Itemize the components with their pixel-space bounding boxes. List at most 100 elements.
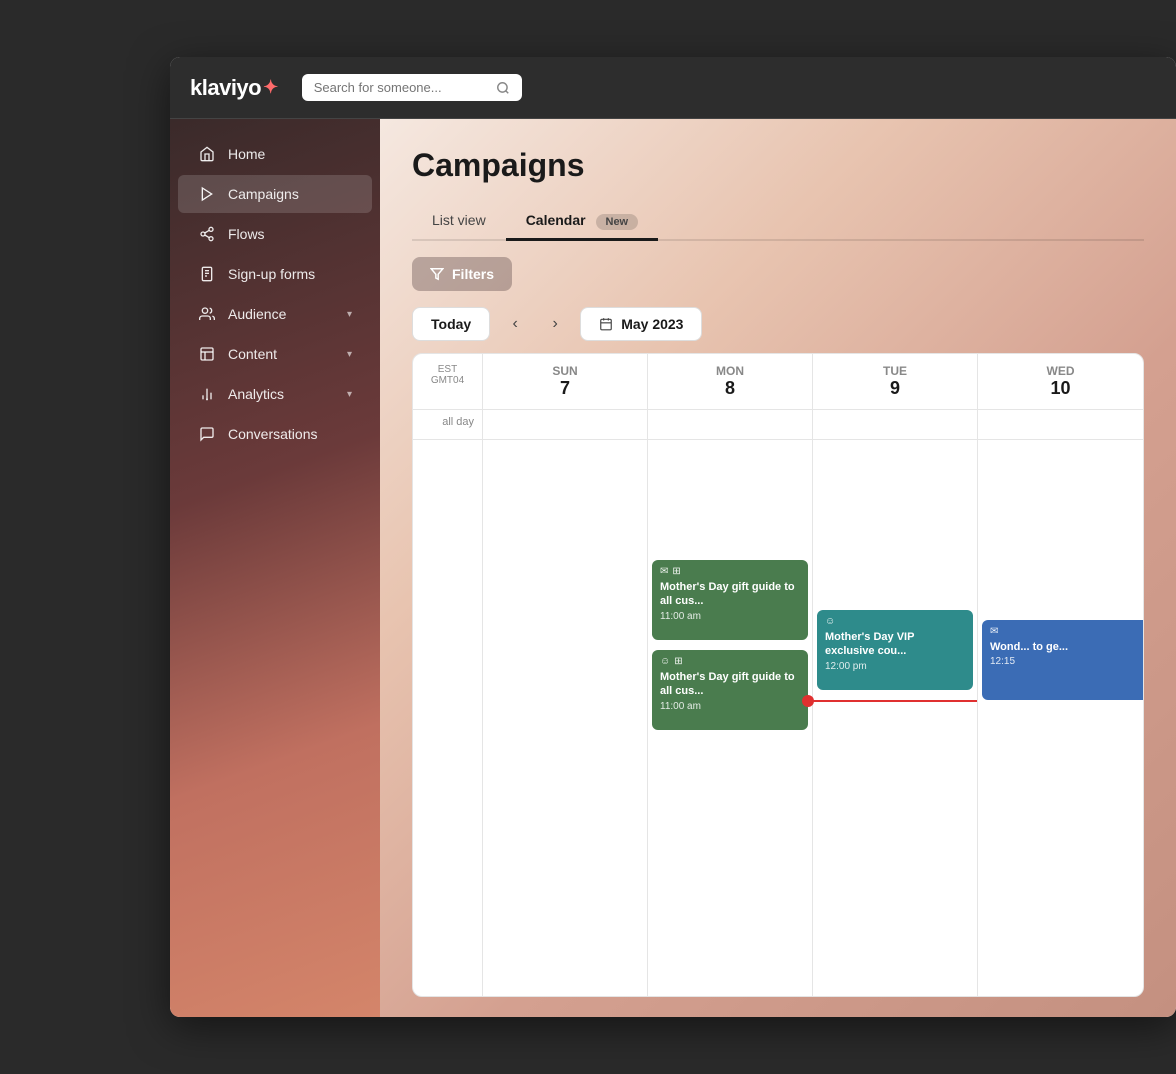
event-title-1: Mother's Day gift guide to all cus... — [660, 580, 800, 609]
allday-label: all day — [413, 410, 483, 439]
sidebar-item-label-content: Content — [228, 346, 335, 362]
sidebar-item-flows[interactable]: Flows — [178, 215, 372, 253]
day-name-wed: WED — [1047, 364, 1075, 378]
prev-button[interactable]: ‹ — [500, 309, 530, 339]
day-num-10: 10 — [990, 378, 1131, 399]
event-mothers-day-1[interactable]: ✉ ⊞ Mother's Day gift guide to all cus..… — [652, 560, 808, 640]
event-time-4: 12:15 — [990, 656, 1135, 667]
cal-header-tue: TUE 9 — [813, 354, 978, 409]
tab-calendar[interactable]: Calendar New — [506, 204, 658, 241]
calendar-icon — [599, 317, 613, 331]
day-num-7: 7 — [495, 378, 635, 399]
content-icon — [198, 345, 216, 363]
timezone-cell: EST GMT04 — [413, 354, 483, 409]
smiley-icon: ☺ — [660, 656, 670, 667]
day-col-sun — [483, 440, 648, 996]
sidebar-item-analytics[interactable]: Analytics ▾ — [178, 375, 372, 413]
day-col-wed: ✉ Wond... to ge... 12:15 — [978, 440, 1143, 996]
calendar-body: ✉ ⊞ Mother's Day gift guide to all cus..… — [413, 440, 1143, 996]
toolbar: Filters — [380, 241, 1176, 307]
analytics-chevron-icon: ▾ — [347, 389, 352, 400]
event-mothers-day-vip[interactable]: ☺ Mother's Day VIP exclusive cou... 12:0… — [817, 610, 973, 690]
event-time-3: 12:00 pm — [825, 661, 965, 672]
logo-text: klaviyo — [190, 75, 261, 101]
top-bar: klaviyo✦ — [170, 57, 1176, 119]
tab-bar: List view Calendar New — [412, 204, 1144, 241]
logo: klaviyo✦ — [190, 75, 278, 101]
smiley-icon-2: ☺ — [825, 616, 835, 627]
sidebar-item-label-analytics: Analytics — [228, 386, 335, 402]
home-icon — [198, 145, 216, 163]
month-picker[interactable]: May 2023 — [580, 307, 702, 341]
sidebar-item-campaigns[interactable]: Campaigns — [178, 175, 372, 213]
allday-row: all day — [413, 410, 1143, 440]
app-window: klaviyo✦ Home — [170, 57, 1176, 1017]
content-chevron-icon: ▾ — [347, 349, 352, 360]
new-badge: New — [596, 214, 639, 230]
email-icon-2: ✉ — [990, 626, 998, 637]
cal-header-wed: WED 10 — [978, 354, 1143, 409]
sidebar: Home Campaigns Flows — [170, 119, 380, 1017]
sidebar-item-home[interactable]: Home — [178, 135, 372, 173]
sidebar-item-label-conversations: Conversations — [228, 426, 352, 442]
tab-list-view[interactable]: List view — [412, 204, 506, 241]
search-input[interactable] — [314, 80, 488, 95]
filters-button[interactable]: Filters — [412, 257, 512, 291]
sidebar-item-label-flows: Flows — [228, 226, 352, 242]
next-button[interactable]: › — [540, 309, 570, 339]
time-indicator-dot — [802, 695, 814, 707]
content-area: Campaigns List view Calendar New — [380, 119, 1176, 1017]
event-title-4: Wond... to ge... — [990, 640, 1135, 654]
page-title: Campaigns — [412, 147, 1144, 184]
event-title-2: Mother's Day gift guide to all cus... — [660, 670, 800, 699]
event-icons-3: ☺ — [825, 616, 965, 627]
day-num-8: 8 — [660, 378, 800, 399]
sms-icon-2: ⊞ — [674, 656, 682, 667]
event-mothers-day-2[interactable]: ☺ ⊞ Mother's Day gift guide to all cus..… — [652, 650, 808, 730]
tab-calendar-label: Calendar — [526, 212, 586, 228]
day-name-sun: SUN — [552, 364, 577, 378]
event-title-3: Mother's Day VIP exclusive cou... — [825, 630, 965, 659]
sidebar-item-signup-forms[interactable]: Sign-up forms — [178, 255, 372, 293]
allday-tue — [813, 410, 978, 439]
day-col-mon: ✉ ⊞ Mother's Day gift guide to all cus..… — [648, 440, 813, 996]
day-num-9: 9 — [825, 378, 965, 399]
sidebar-item-label-home: Home — [228, 146, 352, 162]
event-time-1: 11:00 am — [660, 611, 800, 622]
event-icons-2: ☺ ⊞ — [660, 656, 800, 667]
day-name-tue: TUE — [883, 364, 907, 378]
event-icons-4: ✉ — [990, 626, 1135, 637]
month-label: May 2023 — [621, 316, 683, 332]
sidebar-item-audience[interactable]: Audience ▾ — [178, 295, 372, 333]
sms-icon: ⊞ — [672, 566, 680, 577]
cal-header-sun: SUN 7 — [483, 354, 648, 409]
email-icon: ✉ — [660, 566, 668, 577]
logo-mark: ✦ — [263, 77, 278, 98]
tab-list-view-label: List view — [432, 212, 486, 228]
day-col-tue: ☺ Mother's Day VIP exclusive cou... 12:0… — [813, 440, 978, 996]
search-icon — [496, 81, 510, 95]
conversations-icon — [198, 425, 216, 443]
flows-icon — [198, 225, 216, 243]
calendar-controls: Today ‹ › May 2023 — [380, 307, 1176, 353]
event-icons-1: ✉ ⊞ — [660, 566, 800, 577]
audience-icon — [198, 305, 216, 323]
content-header: Campaigns List view Calendar New — [380, 119, 1176, 241]
allday-mon — [648, 410, 813, 439]
today-button[interactable]: Today — [412, 307, 490, 341]
allday-wed — [978, 410, 1143, 439]
forms-icon — [198, 265, 216, 283]
sidebar-item-label-campaigns: Campaigns — [228, 186, 352, 202]
cal-header-mon: MON 8 — [648, 354, 813, 409]
sidebar-item-label-signup: Sign-up forms — [228, 266, 352, 282]
time-col — [413, 440, 483, 996]
main-layout: Home Campaigns Flows — [170, 119, 1176, 1017]
sidebar-item-conversations[interactable]: Conversations — [178, 415, 372, 453]
time-indicator-line — [808, 700, 977, 702]
search-bar[interactable] — [302, 74, 522, 101]
event-wonder[interactable]: ✉ Wond... to ge... 12:15 — [982, 620, 1143, 700]
sidebar-item-content[interactable]: Content ▾ — [178, 335, 372, 373]
audience-chevron-icon: ▾ — [347, 309, 352, 320]
campaigns-icon — [198, 185, 216, 203]
sidebar-item-label-audience: Audience — [228, 306, 335, 322]
